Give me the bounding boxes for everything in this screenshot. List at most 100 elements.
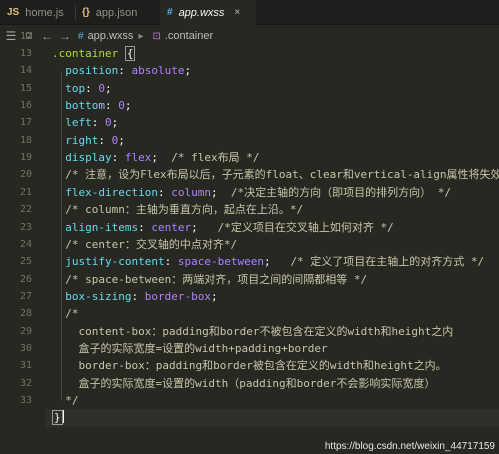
line-number: 25: [19, 256, 32, 268]
breadcrumb-symbol-label: .container: [164, 30, 214, 42]
code-comment: border-box：padding和border被包含在定义的width和he…: [78, 359, 447, 373]
breadcrumb-file[interactable]: # app.wxss: [78, 30, 133, 42]
code-token: ;: [124, 99, 132, 113]
editor-window: JS home.js {} app.json # app.wxss × ☰ ⌑ …: [0, 0, 499, 454]
code-line[interactable]: content-box：padding和border不被包含在定义的width和…: [52, 323, 454, 340]
code-property: flex-direction: [65, 185, 158, 199]
line-number: 17: [19, 117, 32, 129]
close-icon[interactable]: ×: [234, 7, 240, 18]
css-file-icon: #: [167, 7, 173, 18]
code-token: :: [131, 289, 145, 303]
code-value: 0: [105, 116, 112, 130]
code-comment: /*定义项目在交叉轴上如何对齐 */: [217, 220, 394, 234]
code-line[interactable]: */: [52, 392, 79, 409]
back-arrow-icon[interactable]: ←: [38, 29, 56, 43]
tab-app-wxss[interactable]: # app.wxss ×: [160, 0, 256, 25]
code-line[interactable]: align-items: center; /*定义项目在交叉轴上如何对齐 */: [52, 219, 394, 236]
code-token: ;: [105, 81, 112, 95]
code-line[interactable]: .container {: [52, 45, 136, 62]
code-comment: /*决定主轴的方向（即项目的排列方向） */: [230, 185, 451, 199]
code-line[interactable]: /*: [52, 305, 79, 322]
breadcrumb-symbol[interactable]: ⊡ .container: [152, 30, 213, 42]
code-line[interactable]: /* 注意，设为Flex布局以后，子元素的float、clear和vertica…: [52, 166, 499, 183]
code-token: :: [91, 116, 105, 130]
code-line[interactable]: 盒子的实际宽度=设置的width+padding+border: [52, 340, 328, 357]
code-token: :: [111, 151, 125, 165]
code-line[interactable]: }: [52, 409, 64, 426]
code-comment: /* 定义了项目在主轴上的对齐方式 */: [290, 255, 485, 269]
code-value: center: [151, 220, 192, 234]
breadcrumb-file-label: app.wxss: [87, 30, 134, 42]
code-token: ;: [263, 255, 291, 269]
code-line[interactable]: 盒子的实际宽度=设置的width（padding和border不会影响实际宽度）: [52, 375, 436, 392]
code-comment: */: [65, 394, 79, 407]
code-line[interactable]: left: 0;: [52, 114, 118, 131]
tab-home-js[interactable]: JS home.js: [0, 0, 75, 25]
code-token: ;: [118, 133, 125, 147]
line-number: 15: [19, 82, 32, 94]
code-token: ;: [210, 289, 218, 303]
code-comment: /* space-between：两端对齐，项目之间的间隔都相等 */: [65, 272, 368, 286]
code-line[interactable]: right: 0;: [52, 132, 125, 149]
line-number-gutter: 12 13 14 15 16 17 18 19 20 21 22 23 24 25 26 27 28 29 30 31…: [0, 31, 46, 454]
code-line[interactable]: justify-content: space-between; /* 定义了项目…: [52, 253, 484, 270]
code-line[interactable]: display: flex; /* flex布局 */: [52, 149, 259, 166]
code-editor[interactable]: 12 13 14 15 16 17 18 19 20 21 22 23 24 25 26 27 28 29 30 31…: [0, 31, 499, 454]
code-comment: /*: [65, 307, 79, 321]
code-property: bottom: [65, 99, 105, 113]
code-line[interactable]: /* space-between：两端对齐，项目之间的间隔都相等 */: [52, 271, 367, 288]
tab-bar: JS home.js {} app.json # app.wxss ×: [0, 0, 499, 25]
code-value: 0: [118, 99, 125, 113]
code-token: ;: [210, 185, 231, 199]
current-line-highlight: [46, 409, 499, 427]
line-number: 22: [19, 204, 32, 216]
line-number: 33: [19, 395, 32, 406]
line-number: 31: [19, 360, 32, 372]
code-line[interactable]: bottom: 0;: [52, 97, 132, 114]
code-token: ;: [191, 220, 218, 234]
code-token: :: [105, 99, 119, 113]
code-value: flex: [124, 151, 152, 165]
line-number: 12: [19, 30, 32, 42]
line-number: 14: [19, 65, 32, 77]
symbol-icon: ⊡: [152, 30, 161, 42]
code-line[interactable]: /* center：交叉轴的中点对齐*/: [52, 236, 237, 253]
code-line[interactable]: top: 0;: [52, 80, 112, 97]
code-property: left: [65, 116, 92, 130]
line-number: 13: [19, 48, 32, 59]
json-file-icon: {}: [82, 7, 90, 18]
line-number: 32: [19, 377, 32, 389]
code-property: top: [65, 81, 86, 95]
code-line[interactable]: border-box：padding和border被包含在定义的width和he…: [52, 357, 447, 374]
line-number: 20: [19, 169, 32, 181]
tab-label: home.js: [25, 6, 64, 19]
code-line[interactable]: box-sizing: border-box;: [52, 288, 218, 305]
line-number: 27: [19, 290, 32, 302]
code-property: justify-content: [65, 255, 165, 269]
forward-arrow-icon[interactable]: →: [56, 29, 74, 43]
breadcrumb-bar: ☰ ⌑ ← → # app.wxss ▸ ⊡ .container: [0, 25, 499, 47]
code-token: :: [85, 81, 99, 95]
tab-app-json[interactable]: {} app.json: [75, 0, 155, 25]
code-token: :: [164, 255, 178, 269]
code-property: position: [65, 64, 119, 78]
code-comment: /* 注意，设为Flex布局以后，子元素的float、clear和vertica…: [65, 168, 499, 182]
code-token: :: [98, 133, 112, 147]
code-line[interactable]: flex-direction: column; /*决定主轴的方向（即项目的排列…: [52, 184, 451, 201]
code-line[interactable]: position: absolute;: [52, 62, 191, 79]
code-token: }: [52, 410, 63, 426]
code-line[interactable]: /* column：主轴为垂直方向，起点在上沿。*/: [52, 201, 303, 218]
